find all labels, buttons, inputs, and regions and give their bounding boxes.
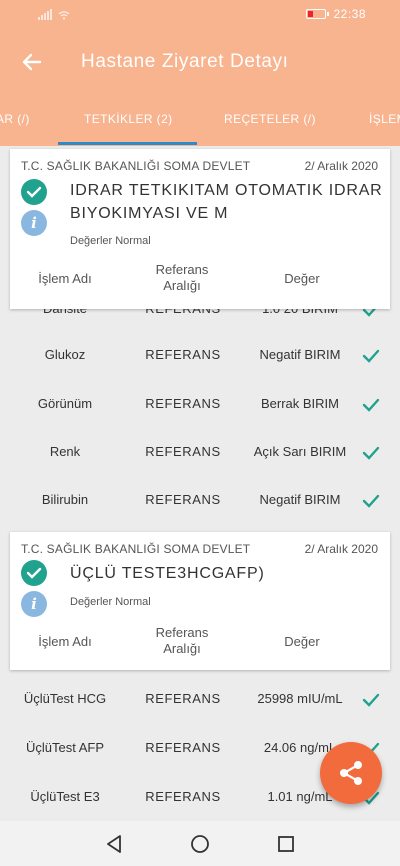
column-header-name: İşlem Adı — [38, 634, 92, 649]
checkmark-icon — [362, 446, 380, 460]
share-button[interactable] — [320, 742, 382, 804]
check-circle-icon — [21, 179, 47, 205]
tab-receteler[interactable]: REÇETELER (/) — [224, 112, 316, 126]
back-arrow-icon — [22, 53, 42, 71]
table-row: Görünüm REFERANS Berrak BIRIM — [0, 381, 400, 429]
column-header-value: Değer — [284, 634, 320, 649]
table-row: Renk REFERANS Açık Sarı BIRIM — [0, 429, 400, 477]
info-icon[interactable]: i — [21, 210, 47, 236]
column-header-name: İşlem Adı — [38, 271, 92, 286]
column-header-range: Referans Aralığı — [155, 262, 209, 293]
clock: 22:38 — [333, 7, 366, 21]
nav-recent-icon[interactable] — [277, 835, 295, 853]
visit-date: 2/ Aralık 2020 — [304, 159, 378, 173]
status-text: Değerler Normal — [70, 235, 151, 247]
checkmark-icon — [362, 494, 380, 508]
test-title-line2: BIYOKIMYASI VE M — [70, 205, 229, 222]
hospital-name: T.C. SAĞLIK BAKANLIĞI SOMA DEVLET — [21, 159, 251, 173]
page-title: Hastane Ziyaret Detayı — [81, 51, 289, 72]
checkmark-icon — [362, 398, 380, 412]
tab-islem[interactable]: İŞLEM — [369, 112, 400, 126]
test-card[interactable]: T.C. SAĞLIK BAKANLIĞI SOMA DEVLET 2/ Ara… — [10, 149, 390, 309]
wifi-icon — [58, 10, 70, 20]
status-text: Değerler Normal — [70, 596, 151, 608]
checkmark-icon — [362, 349, 380, 363]
results-list[interactable]: Dansite REFERANS 1.0 20 BIRIM Glukoz REF… — [0, 146, 400, 821]
share-icon — [340, 761, 362, 785]
test-title-line1: IDRAR TETKIKITAM OTOMATIK IDRAR — [70, 182, 383, 199]
battery-icon — [306, 9, 330, 19]
column-header-range: Referans Aralığı — [155, 625, 209, 656]
visit-date: 2/ Aralık 2020 — [304, 542, 378, 556]
status-bar: 22:38 — [0, 0, 400, 30]
nav-home-icon[interactable] — [190, 834, 210, 854]
info-icon[interactable]: i — [21, 591, 47, 617]
tab-tetkikler[interactable]: TETKİKLER (2) — [84, 112, 173, 126]
table-row: Bilirubin REFERANS Negatif BIRIM — [0, 477, 400, 525]
tab-bar: AR (/) TETKİKLER (2) REÇETELER (/) İŞLEM — [0, 94, 400, 146]
status-right: 22:38 — [306, 7, 366, 21]
active-tab-indicator — [58, 142, 197, 145]
hospital-name: T.C. SAĞLIK BAKANLIĞI SOMA DEVLET — [21, 542, 251, 556]
test-card[interactable]: T.C. SAĞLIK BAKANLIĞI SOMA DEVLET 2/ Ara… — [10, 532, 390, 670]
status-indicators — [38, 9, 70, 20]
checkmark-icon — [362, 693, 380, 707]
app-bar: Hastane Ziyaret Detayı — [0, 30, 400, 94]
table-row: ÜçlüTest HCG REFERANS 25998 mIU/mL — [0, 676, 400, 724]
column-header-value: Değer — [284, 271, 320, 286]
check-circle-icon — [21, 560, 47, 586]
system-nav-bar — [0, 821, 400, 866]
nav-back-icon[interactable] — [104, 834, 124, 854]
back-button[interactable] — [18, 48, 46, 76]
test-title-line1: ÜÇLÜ TESTE3HCGAFP) — [70, 565, 265, 582]
signal-icon — [38, 9, 52, 20]
tab-previous[interactable]: AR (/) — [0, 112, 30, 126]
table-row: Glukoz REFERANS Negatif BIRIM — [0, 332, 400, 380]
